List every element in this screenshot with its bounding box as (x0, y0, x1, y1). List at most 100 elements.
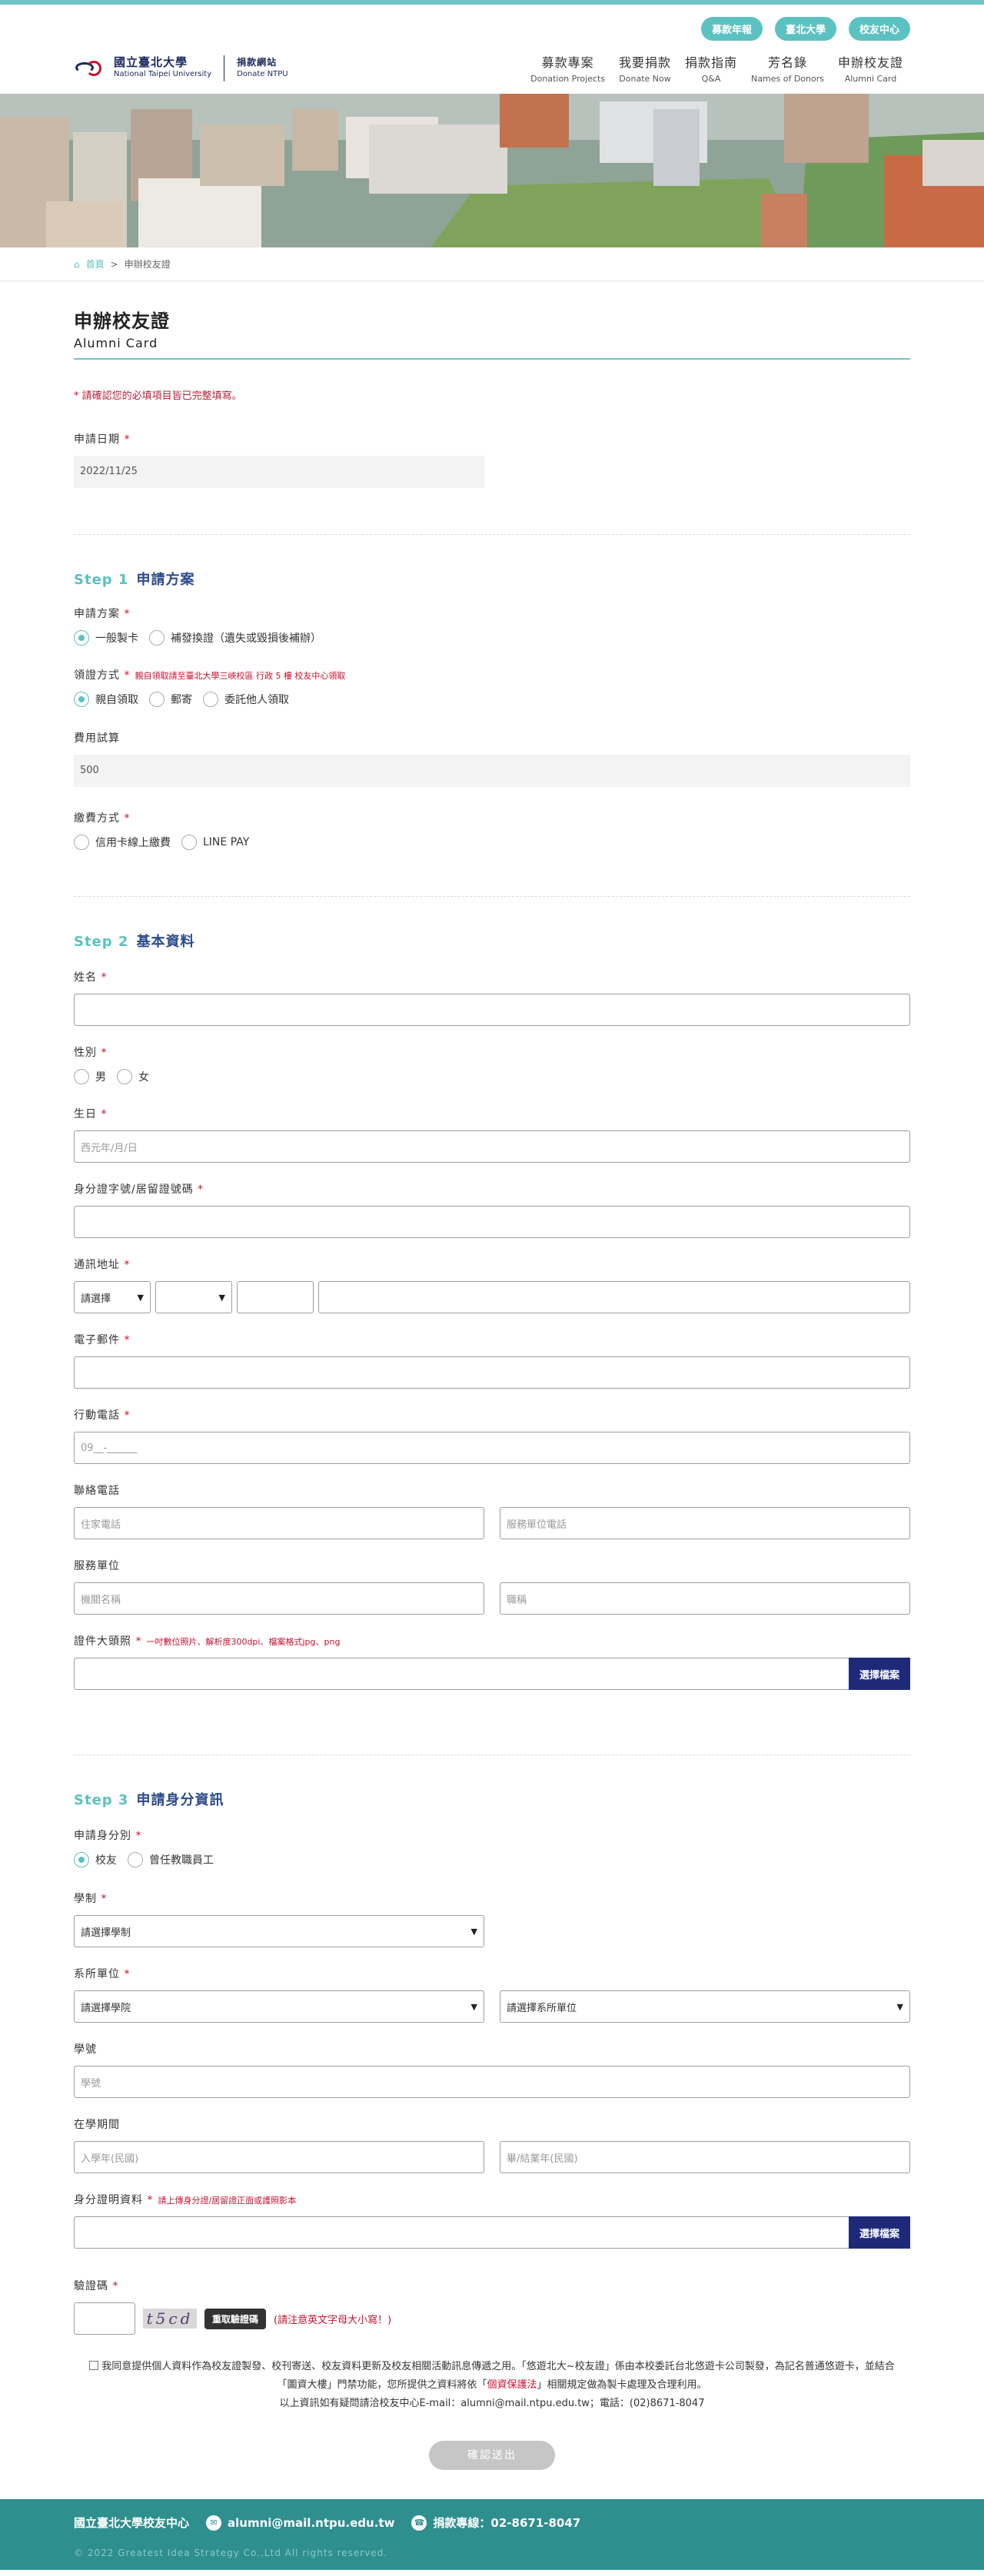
apply-date-field: 申請日期 * 2022/11/25 (74, 431, 910, 488)
nav-label-cn: 我要捐款 (619, 55, 672, 70)
email-input[interactable] (74, 1356, 910, 1389)
organization-input[interactable]: 機關名稱 (74, 1582, 484, 1615)
name-field: 姓名 * (74, 969, 910, 1026)
annual-report-link[interactable]: 募款年報 (700, 17, 763, 41)
refresh-captcha-button[interactable]: 重取驗證碼 (204, 2308, 267, 2329)
footer-email[interactable]: ✉ alumni@mail.ntpu.edu.tw (206, 2515, 394, 2531)
plan-label: 申請方案 (74, 608, 120, 620)
nav-label-en: Donate Now (619, 74, 671, 84)
phone-icon: ☎ (411, 2515, 427, 2531)
nav-donate-now[interactable]: 我要捐款 Donate Now (612, 52, 678, 84)
system-select[interactable]: 請選擇學制 ▼ (74, 1915, 484, 1947)
section-divider (74, 896, 910, 897)
select-value: 請選擇 (81, 1293, 111, 1305)
gender-field: 性別 * 男 女 (74, 1047, 149, 1084)
radio-icon (181, 835, 197, 850)
step-number: Step 3 (74, 1792, 129, 1808)
id-number-input[interactable] (74, 1206, 910, 1238)
radio-selected-icon (74, 1852, 89, 1867)
option-label: 補發換證（遺失或毀損後補辦） (171, 632, 321, 645)
nav-donation-projects[interactable]: 募款專案 Donation Projects (524, 52, 612, 84)
address-field: 通訊地址 * 請選擇 ▼ ▼ (74, 1256, 910, 1313)
radio-icon (117, 1069, 132, 1084)
home-icon[interactable]: ⌂ (74, 259, 80, 270)
district-select[interactable]: ▼ (155, 1281, 232, 1313)
breadcrumb-home[interactable]: 首頁 (86, 257, 105, 271)
captcha-image: t5cd (143, 2309, 197, 2329)
nav-donors[interactable]: 芳名錄 Names of Donors (744, 52, 831, 84)
step-number: Step 2 (74, 934, 129, 950)
footer-phone: ☎ 捐款專線：02-8671-8047 (411, 2515, 580, 2531)
payment-label: 繳費方式 (74, 812, 120, 825)
payment-option-linepay[interactable]: LINE PAY (181, 835, 249, 850)
logo-site-en: Donate NTPU (237, 70, 288, 78)
chevron-down-icon: ▼ (218, 1292, 225, 1303)
name-input[interactable] (74, 994, 910, 1026)
study-period-field: 在學期間 入學年(民國) 畢/結業年(民國) (74, 2116, 910, 2173)
pickup-field: 領證方式 * 親自領取請至臺北大學三峽校區 行政 5 樓 校友中心領取 親自領取 … (74, 669, 346, 707)
captcha-input[interactable] (74, 2302, 135, 2335)
option-label: 曾任教職員工 (149, 1854, 214, 1867)
radio-selected-icon (74, 692, 89, 707)
home-phone-input[interactable]: 住家電話 (74, 1507, 484, 1539)
department-field: 系所單位 * 請選擇學院 ▼ 請選擇系所單位 ▼ (74, 1966, 910, 2023)
payment-option-credit-card[interactable]: 信用卡線上繳費 (74, 835, 171, 850)
alumni-center-link[interactable]: 校友中心 (848, 17, 910, 41)
identity-option-alumni[interactable]: 校友 (74, 1852, 117, 1867)
ntpu-link[interactable]: 臺北大學 (774, 17, 836, 41)
privacy-law-link[interactable]: 個資保護法 (487, 2379, 537, 2391)
email-label: 電子郵件 (74, 1334, 120, 1346)
employer-field: 服務單位 機關名稱 職稱 (74, 1558, 910, 1615)
nav-qa[interactable]: 捐款指南 Q&A (678, 52, 744, 84)
department-select[interactable]: 請選擇系所單位 ▼ (500, 1990, 910, 2023)
gender-label: 性別 (74, 1047, 97, 1059)
agree-checkbox[interactable] (89, 2361, 99, 2370)
university-emblem-icon (74, 58, 109, 79)
enroll-year-input[interactable]: 入學年(民國) (74, 2141, 484, 2173)
section-divider (74, 534, 910, 535)
identity-option-former-staff[interactable]: 曾任教職員工 (128, 1852, 214, 1867)
system-field: 學制 * 請選擇學制 ▼ (74, 1891, 910, 1947)
county-select[interactable]: 請選擇 ▼ (74, 1281, 151, 1313)
job-title-input[interactable]: 職稱 (500, 1582, 910, 1615)
option-label: 校友 (95, 1854, 117, 1867)
work-phone-input[interactable]: 服務單位電話 (500, 1507, 910, 1539)
mobile-input[interactable]: 09__-______ (74, 1432, 910, 1464)
gender-option-male[interactable]: 男 (74, 1069, 106, 1084)
student-number-input[interactable]: 學號 (74, 2066, 910, 2098)
birthday-input[interactable]: 西元年/月/日 (74, 1130, 910, 1163)
proof-file-path[interactable] (74, 2216, 849, 2249)
plan-option-reissue[interactable]: 補發換證（遺失或毀損後補辦） (149, 630, 321, 646)
captcha-case-note: (請注意英文字母大小寫！) (274, 2314, 392, 2326)
payment-field: 繳費方式 * 信用卡線上繳費 LINE PAY (74, 812, 250, 850)
nav-label-cn: 募款專案 (541, 55, 594, 70)
graduation-year-input[interactable]: 畢/結業年(民國) (500, 2141, 910, 2173)
street-address-input[interactable] (318, 1281, 910, 1313)
nav-alumni-card[interactable]: 申辦校友證 Alumni Card (831, 52, 910, 84)
pickup-option-proxy[interactable]: 委託他人領取 (203, 692, 289, 707)
nav-label-en: Donation Projects (530, 74, 606, 84)
option-label: 女 (138, 1071, 149, 1084)
proof-choose-file-button[interactable]: 選擇檔案 (849, 2216, 910, 2249)
phone-field: 聯絡電話 住家電話 服務單位電話 (74, 1482, 910, 1539)
option-label: 信用卡線上繳費 (95, 837, 171, 849)
nav-label-en: Names of Donors (751, 74, 824, 84)
photo-file-path[interactable] (74, 1658, 849, 1690)
main-nav: 募款專案 Donation Projects 我要捐款 Donate Now 捐款指… (524, 52, 910, 84)
pickup-option-mail[interactable]: 郵寄 (149, 692, 192, 707)
pickup-option-self[interactable]: 親自領取 (74, 692, 138, 707)
nav-label-en: Alumni Card (844, 74, 897, 84)
footer-email-text: alumni@mail.ntpu.edu.tw (228, 2515, 395, 2530)
chevron-down-icon: ▼ (470, 2001, 477, 2012)
submit-button[interactable]: 確認送出 (429, 2441, 555, 2470)
photo-choose-file-button[interactable]: 選擇檔案 (849, 1658, 910, 1690)
radio-icon (203, 692, 218, 707)
page-title-en: Alumni Card (74, 336, 910, 360)
logo-name-cn: 國立臺北大學 (114, 55, 188, 69)
plan-field: 申請方案 * 一般製卡 補發換證（遺失或毀損後補辦） (74, 608, 321, 646)
college-select[interactable]: 請選擇學院 ▼ (74, 1990, 484, 2023)
zipcode-input[interactable] (237, 1281, 314, 1313)
plan-option-general[interactable]: 一般製卡 (74, 630, 138, 646)
site-logo[interactable]: 國立臺北大學 National Taipei University 捐款網站 D… (74, 55, 288, 81)
gender-option-female[interactable]: 女 (117, 1069, 149, 1084)
